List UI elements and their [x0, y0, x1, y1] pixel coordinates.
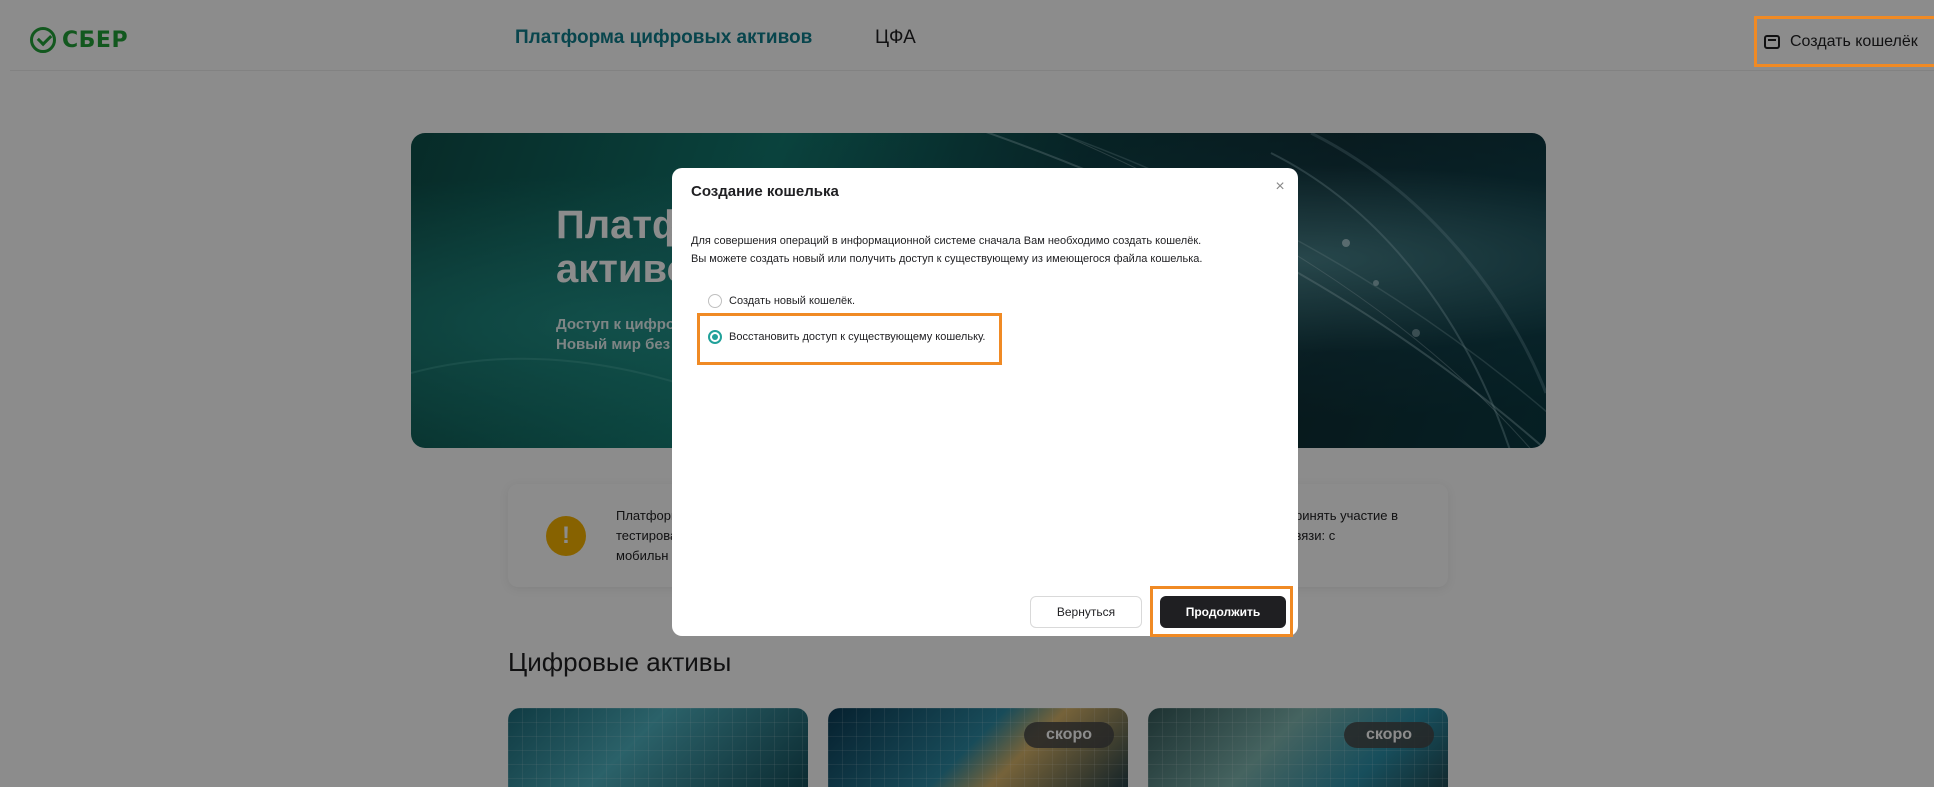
modal-description: Для совершения операций в информационной… [691, 235, 1203, 265]
close-icon[interactable]: × [1273, 179, 1287, 195]
modal-title: Создание кошелька [691, 183, 839, 200]
back-button[interactable]: Вернуться [1030, 596, 1142, 628]
highlight-create-wallet [1754, 16, 1934, 67]
create-wallet-modal: Создание кошелька × Для совершения опера… [672, 168, 1298, 636]
option-create-new[interactable]: Создать новый кошелёк. [708, 294, 855, 308]
highlight-continue [1150, 586, 1293, 637]
highlight-restore-option [697, 313, 1002, 365]
option-create-new-label: Создать новый кошелёк. [729, 295, 856, 307]
radio-create-new[interactable] [708, 294, 722, 308]
